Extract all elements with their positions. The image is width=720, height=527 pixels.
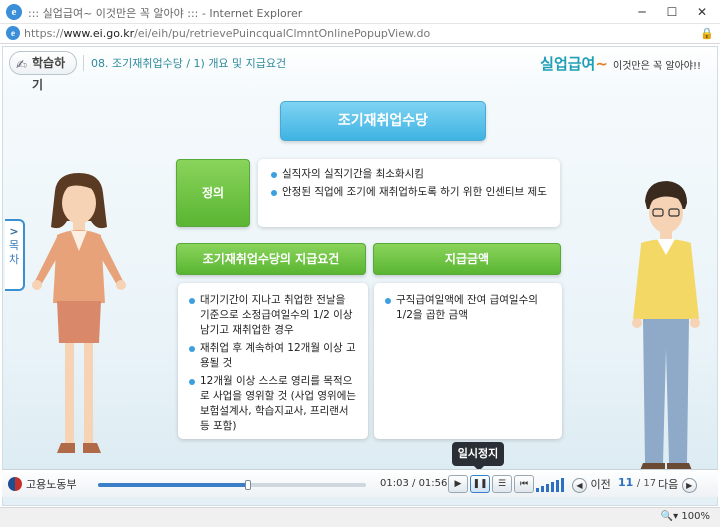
restart-button[interactable]: ⏮ bbox=[514, 475, 534, 493]
url-path: /ei/eih/pu/retrievePuincqualClmntOnlineP… bbox=[134, 27, 431, 40]
chevron-right-icon: > bbox=[9, 225, 19, 238]
page-indicator: 11 / 17 bbox=[618, 476, 656, 489]
prev-page-button[interactable]: ◀ 이전 bbox=[572, 476, 611, 493]
volume-bars[interactable] bbox=[536, 478, 564, 492]
learn-label: 학습하기 bbox=[32, 56, 66, 92]
next-page-button[interactable]: 다음 ▶ bbox=[658, 476, 697, 493]
seek-handle[interactable] bbox=[245, 480, 252, 490]
time-total: 01:56 bbox=[418, 478, 448, 489]
requirements-label: 조기재취업수당의 지급요건 bbox=[176, 243, 366, 275]
toc-tab[interactable]: > 목 차 bbox=[5, 219, 25, 291]
status-bar: 🔍▾ 100% bbox=[0, 507, 720, 527]
ministry-emblem-icon bbox=[8, 477, 22, 491]
seek-progress bbox=[98, 483, 249, 487]
toc-tab-label-1: 목 bbox=[8, 239, 20, 252]
requirement-item: 12개월 이상 스스로 영리를 목적으로 사업을 영위할 것 (사업 영위에는 … bbox=[188, 374, 358, 434]
zoom-icon: 🔍▾ bbox=[660, 511, 679, 522]
page-total: / 17 bbox=[636, 478, 657, 489]
prev-label: 이전 bbox=[590, 478, 611, 491]
requirements-box: 대기기간이 지나고 취업한 전날을 기준으로 소정급여일수의 1/2 이상 남기… bbox=[178, 283, 368, 439]
page-current: 11 bbox=[618, 476, 634, 489]
play-button[interactable]: ▶ bbox=[448, 475, 468, 493]
logo-main-text: 실업급여 bbox=[540, 55, 596, 73]
address-bar[interactable]: e https://www.ei.go.kr/ei/eih/pu/retriev… bbox=[0, 24, 720, 44]
definition-item: 안정된 직업에 조기에 재취업하도록 하기 위한 인센티브 제도 bbox=[270, 185, 548, 200]
lock-icon[interactable]: 🔒 bbox=[700, 27, 714, 40]
close-button[interactable]: ✕ bbox=[688, 3, 716, 21]
amount-label: 지급금액 bbox=[373, 243, 561, 275]
requirement-item: 재취업 후 계속하여 12개월 이상 고용될 것 bbox=[188, 341, 358, 371]
amount-item: 구직급여일액에 잔여 급여일수의 1/2을 곱한 금액 bbox=[384, 293, 552, 323]
time-current: 01:03 bbox=[380, 478, 409, 489]
toc-tab-label-2: 차 bbox=[8, 253, 20, 266]
next-label: 다음 bbox=[658, 478, 679, 491]
header-divider bbox=[83, 55, 84, 71]
lesson-title: 08. 조기재취업수당 / 1) 개요 및 지급요건 bbox=[91, 57, 287, 70]
minimize-button[interactable]: ─ bbox=[628, 3, 656, 21]
logo-sub-text: 이것만은 꼭 알아야!! bbox=[613, 61, 701, 72]
time-separator: / bbox=[408, 478, 419, 489]
zoom-value: 100% bbox=[681, 511, 710, 522]
window-title: ::: 실업급여~ 이것만은 꼭 알아야 ::: - Internet Expl… bbox=[28, 7, 303, 20]
maximize-button[interactable]: ☐ bbox=[658, 3, 686, 21]
site-logo: 실업급여~ 이것만은 꼭 알아야!! bbox=[540, 53, 701, 74]
arrow-left-icon: ◀ bbox=[572, 478, 587, 493]
url-text[interactable]: https://www.ei.go.kr/ei/eih/pu/retrieveP… bbox=[24, 27, 430, 40]
pause-tooltip: 일시정지 bbox=[452, 442, 504, 471]
url-scheme: https:// bbox=[24, 27, 64, 40]
lesson-content: ✍ 학습하기 08. 조기재취업수당 / 1) 개요 및 지급요건 실업급여~ … bbox=[2, 46, 718, 506]
time-display: 01:03 / 01:56 bbox=[380, 478, 447, 489]
amount-box: 구직급여일액에 잔여 급여일수의 1/2을 곱한 금액 bbox=[374, 283, 562, 439]
definition-label: 정의 bbox=[176, 159, 250, 227]
ie-logo-icon: e bbox=[6, 4, 22, 20]
zoom-level[interactable]: 🔍▾ 100% bbox=[661, 511, 710, 522]
hand-pen-icon: ✍ bbox=[16, 58, 27, 73]
seek-bar[interactable] bbox=[98, 480, 366, 490]
ministry-logo: 고용노동부 bbox=[8, 476, 77, 492]
female-presenter-illustration bbox=[32, 173, 126, 453]
requirement-item: 대기기간이 지나고 취업한 전날을 기준으로 소정급여일수의 1/2 이상 남기… bbox=[188, 293, 358, 338]
learn-button[interactable]: ✍ 학습하기 bbox=[9, 51, 77, 92]
player-bar: 고용노동부 01:03 / 01:56 ▶ ❚❚ ☰ ⏮ ◀ 이전 11 / 1… bbox=[2, 469, 718, 497]
ministry-name: 고용노동부 bbox=[26, 478, 77, 491]
ie-page-icon: e bbox=[6, 26, 20, 40]
logo-tilde: ~ bbox=[595, 55, 608, 73]
menu-button[interactable]: ☰ bbox=[492, 475, 512, 493]
window-titlebar: e ::: 실업급여~ 이것만은 꼭 알아야 ::: - Internet Ex… bbox=[0, 0, 720, 24]
url-host: www.ei.go.kr bbox=[63, 27, 135, 40]
pause-button[interactable]: ❚❚ bbox=[470, 475, 490, 493]
arrow-right-icon: ▶ bbox=[681, 478, 697, 493]
definition-box: 실직자의 실직기간을 최소화시킴 안정된 직업에 조기에 재취업하도록 하기 위… bbox=[258, 159, 560, 227]
male-presenter-illustration bbox=[632, 181, 700, 473]
definition-item: 실직자의 실직기간을 최소화시킴 bbox=[270, 167, 548, 182]
main-title: 조기재취업수당 bbox=[280, 101, 486, 141]
